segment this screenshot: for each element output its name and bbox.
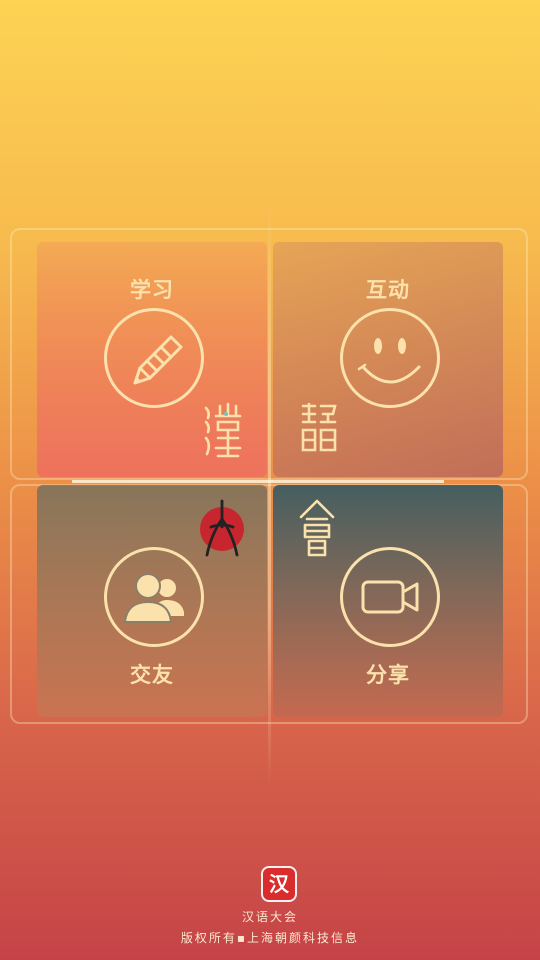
friends-tile[interactable]: 交友: [37, 485, 267, 717]
learn-tile[interactable]: 学习: [37, 242, 267, 477]
friends-label: 交友: [130, 663, 174, 687]
share-tile[interactable]: 分享: [273, 485, 503, 717]
pencil-icon: [133, 335, 183, 385]
interact-button[interactable]: [340, 308, 440, 408]
seal-hui-character: [297, 497, 337, 557]
seal-han-character: [202, 400, 246, 460]
copyright-text: 版权所有▪上海朝颜科技信息: [180, 931, 360, 945]
seal-red-stamp: [197, 497, 247, 561]
seal-yu-character: [299, 400, 339, 456]
smiley-icon: [357, 338, 421, 384]
learn-label: 学习: [130, 278, 174, 302]
interact-label: 互动: [366, 278, 410, 302]
app-logo: 汉: [261, 866, 297, 902]
video-camera-icon: [361, 580, 419, 614]
learn-button[interactable]: [104, 308, 204, 408]
app-name: 汉语大会: [241, 910, 298, 924]
horizontal-divider: [72, 480, 444, 483]
friends-button[interactable]: [104, 547, 204, 647]
interact-tile[interactable]: 互动: [273, 242, 503, 477]
vertical-divider: [268, 200, 271, 785]
people-icon: [123, 573, 184, 623]
share-button[interactable]: [340, 547, 440, 647]
share-label: 分享: [366, 663, 410, 687]
